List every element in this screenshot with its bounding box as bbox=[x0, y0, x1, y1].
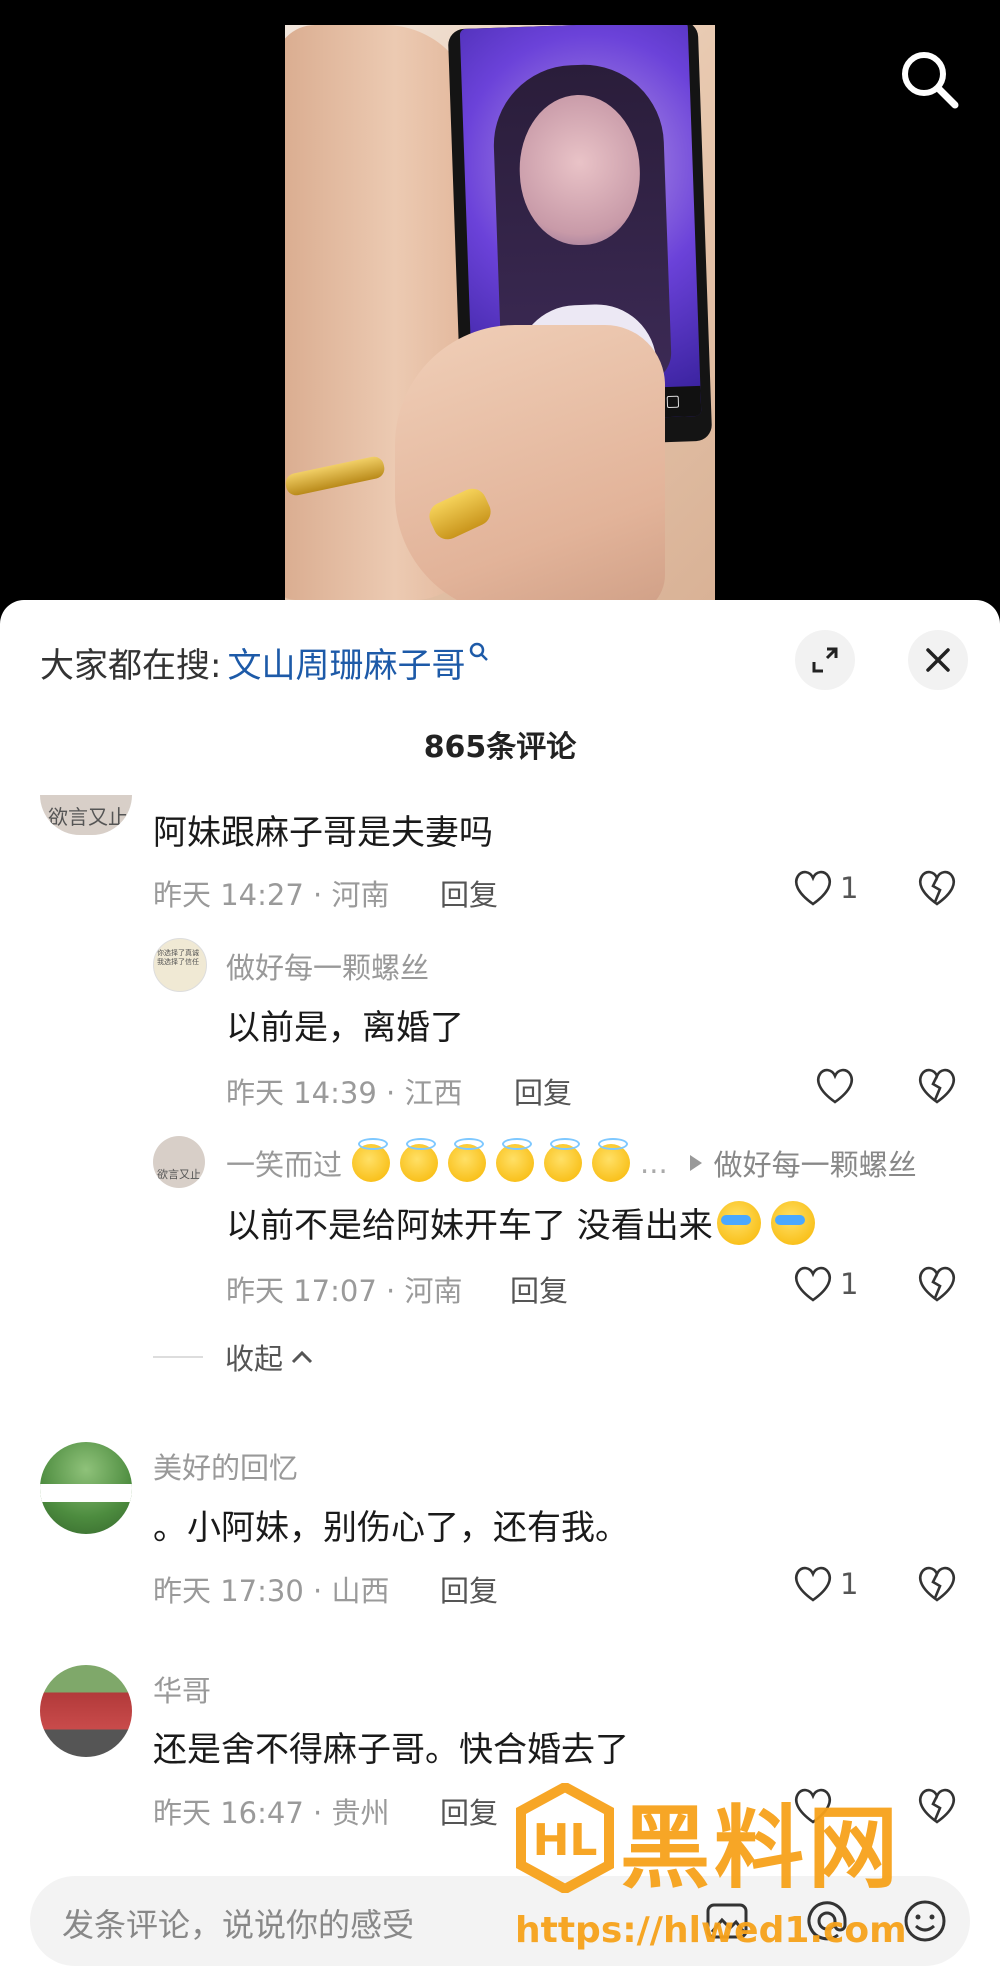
avatar[interactable]: 欲言又止 bbox=[153, 1136, 205, 1188]
dislike-button[interactable] bbox=[916, 1066, 958, 1110]
broken-heart-icon bbox=[918, 1068, 956, 1104]
username[interactable]: 一笑而过 bbox=[226, 1142, 342, 1184]
avatar[interactable] bbox=[40, 1665, 132, 1757]
broken-heart-icon bbox=[918, 1566, 956, 1602]
svg-text:HL: HL bbox=[533, 1815, 598, 1866]
like-count: 1 bbox=[840, 871, 859, 905]
chevron-up-icon bbox=[291, 1350, 313, 1364]
video-hand-right bbox=[395, 325, 665, 600]
watermark: HL 黑料网 https://hlwed1.com bbox=[515, 1775, 985, 1965]
halo-emoji-icon bbox=[448, 1138, 487, 1182]
halo-emoji-icon bbox=[544, 1138, 583, 1182]
username[interactable]: 做好每一颗螺丝 bbox=[226, 945, 429, 987]
heart-icon bbox=[794, 1266, 832, 1302]
reply-arrow-icon bbox=[689, 1155, 702, 1171]
reply-to-username[interactable]: 做好每一颗螺丝 bbox=[714, 1142, 917, 1184]
comment-body: 以前不是给阿妹开车了 没看出来 bbox=[226, 1198, 825, 1247]
small-search-icon bbox=[469, 642, 489, 668]
username[interactable]: 华哥 bbox=[153, 1668, 211, 1710]
heart-icon bbox=[794, 870, 832, 906]
halo-emoji-icon bbox=[400, 1138, 439, 1182]
username-ellipsis: ... bbox=[640, 1146, 668, 1180]
dislike-button[interactable] bbox=[916, 1564, 958, 1608]
reply-button[interactable]: 回复 bbox=[510, 1268, 568, 1310]
like-button[interactable] bbox=[814, 1066, 862, 1106]
close-button[interactable] bbox=[908, 630, 968, 690]
crying-emoji-icon bbox=[770, 1200, 815, 1245]
comment-meta: 昨天 14:27 · 河南 bbox=[153, 878, 390, 912]
like-count: 1 bbox=[840, 1267, 859, 1301]
avatar[interactable]: 欲言又止 bbox=[40, 795, 132, 835]
reply-button[interactable]: 回复 bbox=[514, 1070, 572, 1112]
comment-text: 以前不是给阿妹开车了 没看出来 bbox=[226, 1206, 713, 1246]
collapse-divider bbox=[153, 1356, 203, 1358]
comment-meta: 昨天 17:07 · 河南 bbox=[226, 1274, 463, 1308]
broken-heart-icon bbox=[918, 1266, 956, 1302]
video-player[interactable] bbox=[0, 0, 1000, 600]
expand-button[interactable] bbox=[795, 630, 855, 690]
halo-emoji-icon bbox=[352, 1138, 391, 1182]
username[interactable]: 美好的回忆 bbox=[153, 1445, 298, 1487]
avatar[interactable]: 你选择了真诚我选择了信任 bbox=[153, 938, 207, 992]
trending-search: 大家都在搜: 文山周珊麻子哥 bbox=[40, 638, 489, 687]
collapse-replies-button[interactable]: 收起 bbox=[153, 1336, 315, 1378]
comment-sheet: 大家都在搜: 文山周珊麻子哥 865条评论 欲言又止 阿妹跟麻子哥是夫妻吗 昨天… bbox=[0, 600, 1000, 1966]
comment-meta: 昨天 14:39 · 江西 bbox=[226, 1076, 463, 1110]
avatar-text: 欲言又止 bbox=[157, 1168, 201, 1181]
like-count: 1 bbox=[840, 1567, 859, 1601]
watermark-logo-icon: HL bbox=[516, 1783, 614, 1893]
avatar[interactable] bbox=[40, 1442, 132, 1534]
dislike-button[interactable] bbox=[916, 868, 958, 912]
avatar-banner bbox=[40, 1484, 132, 1502]
comment-text: 阿妹跟麻子哥是夫妻吗 bbox=[153, 813, 493, 853]
close-icon bbox=[926, 648, 950, 672]
halo-emoji-icon bbox=[496, 1138, 535, 1182]
crying-emoji-icon bbox=[716, 1200, 761, 1245]
heart-icon bbox=[816, 1068, 854, 1104]
heart-icon bbox=[794, 1566, 832, 1602]
broken-heart-icon bbox=[918, 870, 956, 906]
comment-text: 。小阿妹，别伤心了，还有我。 bbox=[153, 1508, 629, 1548]
avatar-text: 欲言又止 bbox=[48, 805, 128, 829]
comment-input[interactable]: 发条评论，说说你的感受 bbox=[62, 1900, 414, 1946]
collapse-label: 收起 bbox=[225, 1342, 284, 1376]
comment-meta: 昨天 16:47 · 贵州 bbox=[153, 1796, 390, 1830]
reply-button[interactable]: 回复 bbox=[440, 1568, 498, 1610]
halo-emoji-icon bbox=[592, 1138, 631, 1182]
like-button[interactable]: 1 bbox=[792, 1264, 858, 1304]
comment-text: 还是舍不得麻子哥。快合婚去了 bbox=[153, 1730, 629, 1770]
watermark-title: 黑料网 bbox=[620, 1796, 902, 1901]
video-frame bbox=[285, 25, 715, 600]
reply-header: 一笑而过 ... 做好每一颗螺丝 bbox=[226, 1138, 917, 1184]
expand-icon bbox=[812, 647, 838, 673]
comment-count: 865条评论 bbox=[423, 730, 577, 765]
avatar-text: 你选择了真诚我选择了信任 bbox=[157, 949, 199, 966]
halo-emoji-row bbox=[352, 1138, 640, 1182]
comment-text: 以前是，离婚了 bbox=[226, 1008, 464, 1048]
reply-button[interactable]: 回复 bbox=[440, 1790, 498, 1832]
like-button[interactable]: 1 bbox=[792, 868, 858, 908]
comment-meta: 昨天 17:30 · 山西 bbox=[153, 1574, 390, 1608]
trending-search-prefix: 大家都在搜: bbox=[40, 646, 222, 686]
reply-button[interactable]: 回复 bbox=[440, 872, 498, 914]
watermark-url: https://hlwed1.com bbox=[515, 1910, 907, 1951]
trending-search-term[interactable]: 文山周珊麻子哥 bbox=[227, 638, 465, 687]
dislike-button[interactable] bbox=[916, 1264, 958, 1308]
search-icon[interactable] bbox=[895, 45, 965, 115]
like-button[interactable]: 1 bbox=[792, 1564, 858, 1604]
